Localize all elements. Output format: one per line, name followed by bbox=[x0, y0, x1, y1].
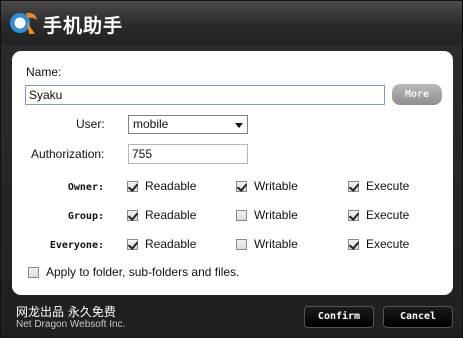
user-select[interactable]: mobile bbox=[128, 115, 248, 134]
owner-readable-label: Readable bbox=[145, 179, 197, 193]
name-label: Name: bbox=[26, 65, 62, 79]
group-writable-checkbox[interactable] bbox=[236, 210, 247, 221]
footer-tagline: 网龙出品 永久免费 bbox=[16, 305, 116, 319]
owner-writable-checkbox[interactable] bbox=[236, 181, 247, 192]
confirm-button[interactable]: Confirm bbox=[304, 306, 374, 328]
title-bar[interactable]: 手机助手 bbox=[1, 1, 462, 45]
user-label: User: bbox=[76, 117, 105, 131]
owner-writable-label: Writable bbox=[254, 179, 298, 193]
owner-execute-label: Execute bbox=[366, 179, 410, 193]
user-select-value: mobile bbox=[133, 117, 169, 131]
owner-readable-checkbox[interactable] bbox=[127, 181, 138, 192]
everyone-writable-checkbox[interactable] bbox=[236, 239, 247, 250]
form-panel: Name: Syaku More User: mobile Authorizat… bbox=[12, 51, 453, 295]
group-execute-label: Execute bbox=[366, 208, 410, 222]
footer-company: Net Dragon Websoft Inc. bbox=[16, 319, 126, 330]
name-field[interactable]: Syaku bbox=[25, 85, 385, 105]
owner-execute-checkbox[interactable] bbox=[348, 181, 359, 192]
chevron-down-icon bbox=[235, 123, 243, 128]
group-readable-label: Readable bbox=[145, 208, 197, 222]
more-button[interactable]: More bbox=[392, 84, 442, 105]
group-execute-checkbox[interactable] bbox=[348, 210, 359, 221]
everyone-execute-label: Execute bbox=[366, 237, 410, 251]
group-writable-label: Writable bbox=[254, 208, 298, 222]
owner-label: Owner: bbox=[67, 182, 104, 193]
apply-recursive-label: Apply to folder, sub-folders and files. bbox=[46, 265, 240, 279]
logo-icon bbox=[10, 12, 37, 34]
group-label: Group: bbox=[67, 211, 104, 222]
group-readable-checkbox[interactable] bbox=[127, 210, 138, 221]
everyone-readable-label: Readable bbox=[145, 237, 197, 251]
cancel-button[interactable]: Cancel bbox=[383, 306, 453, 328]
authorization-label: Authorization: bbox=[31, 147, 105, 161]
permissions-dialog: 手机助手 Name: Syaku More User: mobile Autho… bbox=[0, 0, 463, 338]
apply-recursive-checkbox[interactable] bbox=[28, 267, 39, 278]
authorization-field[interactable]: 755 bbox=[128, 144, 248, 164]
app-title: 手机助手 bbox=[43, 15, 124, 37]
everyone-execute-checkbox[interactable] bbox=[348, 239, 359, 250]
everyone-label: Everyone: bbox=[49, 240, 104, 251]
everyone-readable-checkbox[interactable] bbox=[127, 239, 138, 250]
everyone-writable-label: Writable bbox=[254, 237, 298, 251]
